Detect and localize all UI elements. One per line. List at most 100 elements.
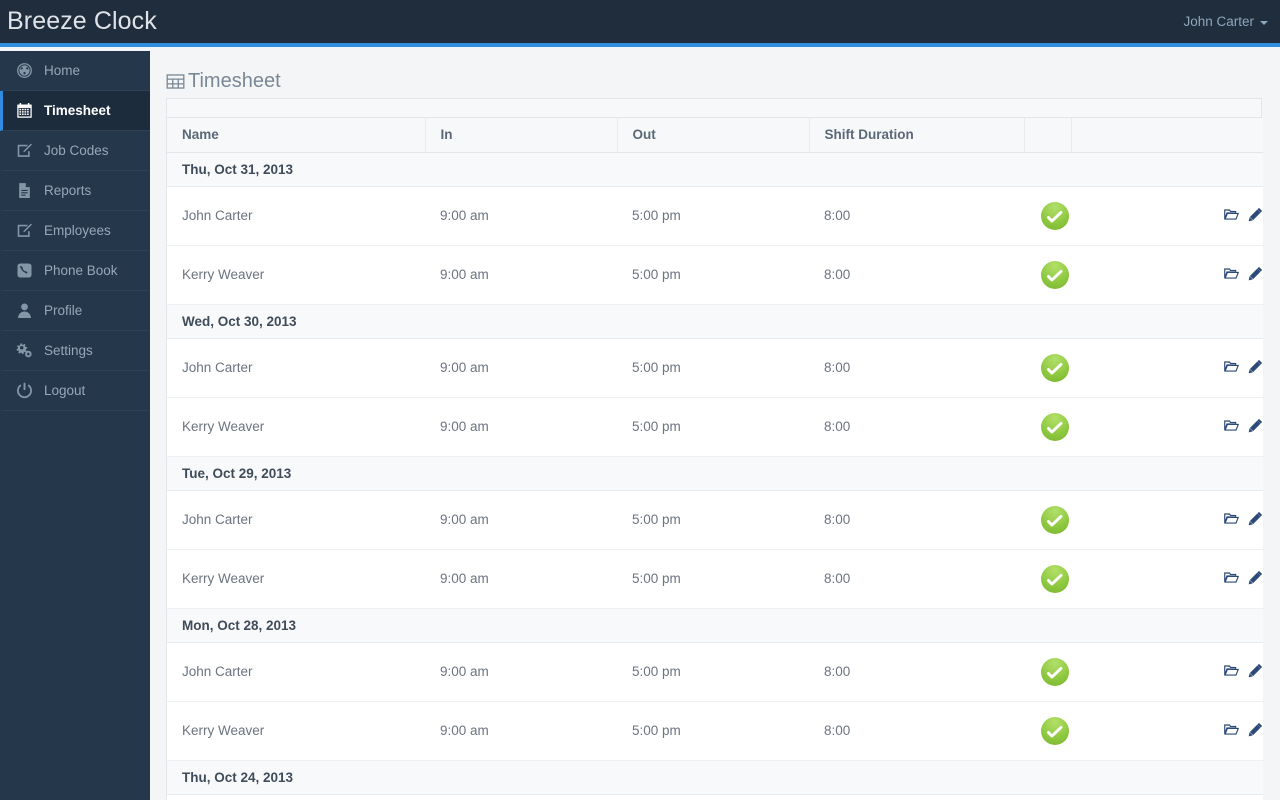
timesheet-table: Name In Out Shift Duration Thu, Oct 31, 201… — [167, 118, 1263, 800]
cell-out: 5:00 pm — [617, 397, 809, 457]
table-row[interactable]: Kerry Weaver 9:00 am 5:00 pm 8:00 — [167, 397, 1263, 457]
cell-out: 5:00 pm — [617, 701, 809, 761]
column-header-name[interactable]: Name — [167, 118, 426, 153]
pencil-icon[interactable] — [1248, 663, 1263, 678]
pencil-icon[interactable] — [1248, 418, 1263, 433]
cell-status — [1024, 186, 1071, 246]
column-header-out[interactable]: Out — [617, 118, 810, 153]
approved-icon — [1041, 412, 1069, 441]
sidebar-item-label: Timesheet — [44, 103, 111, 118]
app-brand-logo[interactable]: Breeze Clock — [0, 0, 157, 43]
phone-icon — [15, 262, 33, 280]
table-body: Thu, Oct 31, 2013 John Carter 9:00 am 5:00 … — [167, 151, 1263, 800]
cell-out: 5:00 pm — [617, 186, 809, 246]
cell-in: 9:00 am — [425, 549, 617, 609]
table-row[interactable]: Kerry Weaver 9:00 am 5:00 pm 8:00 — [167, 701, 1263, 761]
folder-open-icon[interactable] — [1224, 663, 1239, 678]
cell-status — [1024, 490, 1071, 550]
cell-actions — [1071, 549, 1263, 609]
cell-in: 9:00 am — [425, 186, 617, 246]
sidebar-item-settings[interactable]: Settings — [0, 331, 150, 371]
sidebar-item-employees[interactable]: Employees — [0, 211, 150, 251]
table-row[interactable]: John Carter9:00 am5:00 pm8:00 — [167, 794, 1263, 800]
cell-out: 5:00 pm — [617, 338, 809, 398]
user-menu-dropdown[interactable]: John Carter — [1183, 0, 1280, 43]
approved-icon — [1041, 201, 1069, 230]
folder-open-icon[interactable] — [1224, 511, 1239, 526]
folder-open-icon[interactable] — [1224, 266, 1239, 281]
table-row[interactable]: John Carter9:00 am5:00 pm8:00 — [167, 186, 1263, 246]
sidebar-navigation: Home Timesheet Job Codes Reports Employees Ph… — [0, 51, 150, 800]
sidebar-item-label: Logout — [44, 383, 86, 398]
sidebar-item-label: Job Codes — [44, 143, 109, 158]
table-header-row: Name In Out Shift Duration — [167, 118, 1263, 153]
folder-open-icon[interactable] — [1224, 207, 1239, 222]
cell-in: 9:00 am — [425, 642, 617, 702]
sidebar-item-phone-book[interactable]: Phone Book — [0, 251, 150, 291]
cell-actions — [1071, 794, 1263, 800]
cell-in: 9:00 am — [425, 338, 617, 398]
sidebar-item-timesheet[interactable]: Timesheet — [0, 91, 150, 131]
cell-shift-duration: 8:00 — [809, 642, 1024, 702]
table-row[interactable]: Kerry Weaver 9:00 am 5:00 pm 8:00 — [167, 245, 1263, 305]
sidebar-item-profile[interactable]: Profile — [0, 291, 150, 331]
folder-open-icon[interactable] — [1224, 570, 1239, 585]
pencil-icon[interactable] — [1248, 722, 1263, 737]
folder-open-icon[interactable] — [1224, 359, 1239, 374]
cell-in: 9:00 am — [425, 701, 617, 761]
timesheet-panel: Name In Out Shift Duration Thu, Oct 31, 201… — [166, 98, 1263, 800]
table-row[interactable]: John Carter9:00 am5:00 pm8:00 — [167, 642, 1263, 702]
sidebar-item-label: Home — [44, 63, 81, 78]
cell-shift-duration: 8:00 — [809, 397, 1024, 457]
table-row[interactable]: John Carter9:00 am5:00 pm8:00 — [167, 338, 1263, 398]
cell-name: John Carter — [167, 490, 425, 550]
approved-icon — [1041, 505, 1069, 534]
panel-header-strip — [167, 99, 1261, 118]
dashboard-icon — [15, 62, 33, 80]
column-header-blank-4[interactable] — [1024, 118, 1072, 153]
cell-out: 5:00 pm — [617, 245, 809, 305]
cell-in: 9:00 am — [425, 397, 617, 457]
sidebar-item-reports[interactable]: Reports — [0, 171, 150, 211]
cell-shift-duration: 8:00 — [809, 549, 1024, 609]
table-row[interactable]: Kerry Weaver 9:00 am 5:00 pm 8:00 — [167, 549, 1263, 609]
column-header-shift-duration[interactable]: Shift Duration — [809, 118, 1025, 153]
table-row[interactable]: John Carter9:00 am5:00 pm8:00 — [167, 490, 1263, 550]
cell-out: 5:00 pm — [617, 794, 809, 800]
sidebar-item-job-codes[interactable]: Job Codes — [0, 131, 150, 171]
cell-actions — [1071, 245, 1263, 305]
cell-shift-duration: 8:00 — [809, 186, 1024, 246]
date-group-label: Wed, Oct 30, 2013 — [167, 303, 1263, 339]
column-header-blank-5[interactable] — [1071, 118, 1263, 153]
cell-status — [1024, 549, 1071, 609]
cell-actions — [1071, 642, 1263, 702]
main-content: Timesheet Name In Out Shift Duration Thu, O… — [150, 51, 1280, 800]
approved-icon — [1041, 657, 1069, 686]
cell-status — [1024, 245, 1071, 305]
pencil-icon[interactable] — [1248, 266, 1263, 281]
cell-name: Kerry Weaver — [167, 549, 425, 609]
pencil-icon[interactable] — [1248, 207, 1263, 222]
cell-in: 9:00 am — [425, 245, 617, 305]
cell-status — [1024, 794, 1071, 800]
gears-icon — [15, 342, 33, 360]
date-group-label: Thu, Oct 31, 2013 — [167, 151, 1263, 187]
cell-name: John Carter — [167, 186, 425, 246]
sidebar-item-home[interactable]: Home — [0, 51, 150, 91]
folder-open-icon[interactable] — [1224, 722, 1239, 737]
pencil-icon[interactable] — [1248, 570, 1263, 585]
table-icon — [166, 72, 185, 91]
column-header-in[interactable]: In — [425, 118, 618, 153]
cell-name: John Carter — [167, 642, 425, 702]
cell-actions — [1071, 701, 1263, 761]
pencil-icon[interactable] — [1248, 511, 1263, 526]
folder-open-icon[interactable] — [1224, 418, 1239, 433]
chevron-down-icon — [1260, 20, 1268, 25]
approved-icon — [1041, 260, 1069, 289]
cell-actions — [1071, 338, 1263, 398]
pencil-icon[interactable] — [1248, 359, 1263, 374]
cell-status — [1024, 642, 1071, 702]
sidebar-item-logout[interactable]: Logout — [0, 371, 150, 411]
user-icon — [15, 302, 33, 320]
cell-out: 5:00 pm — [617, 490, 809, 550]
